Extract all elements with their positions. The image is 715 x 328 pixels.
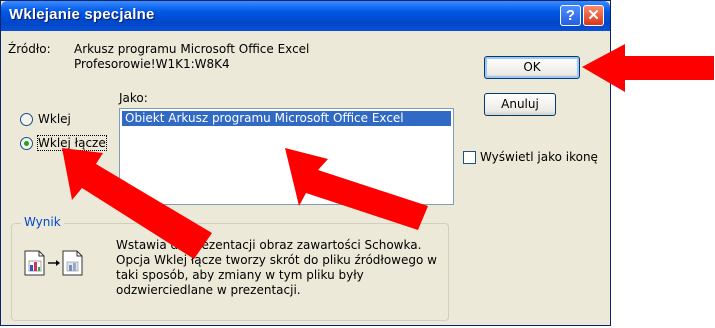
arrow-to-ok-annotation: [582, 44, 714, 92]
arrow-to-listbox-annotation: [285, 148, 428, 230]
annotation-overlay: [62, 44, 714, 259]
arrow-to-paste-link-annotation: [62, 148, 212, 259]
